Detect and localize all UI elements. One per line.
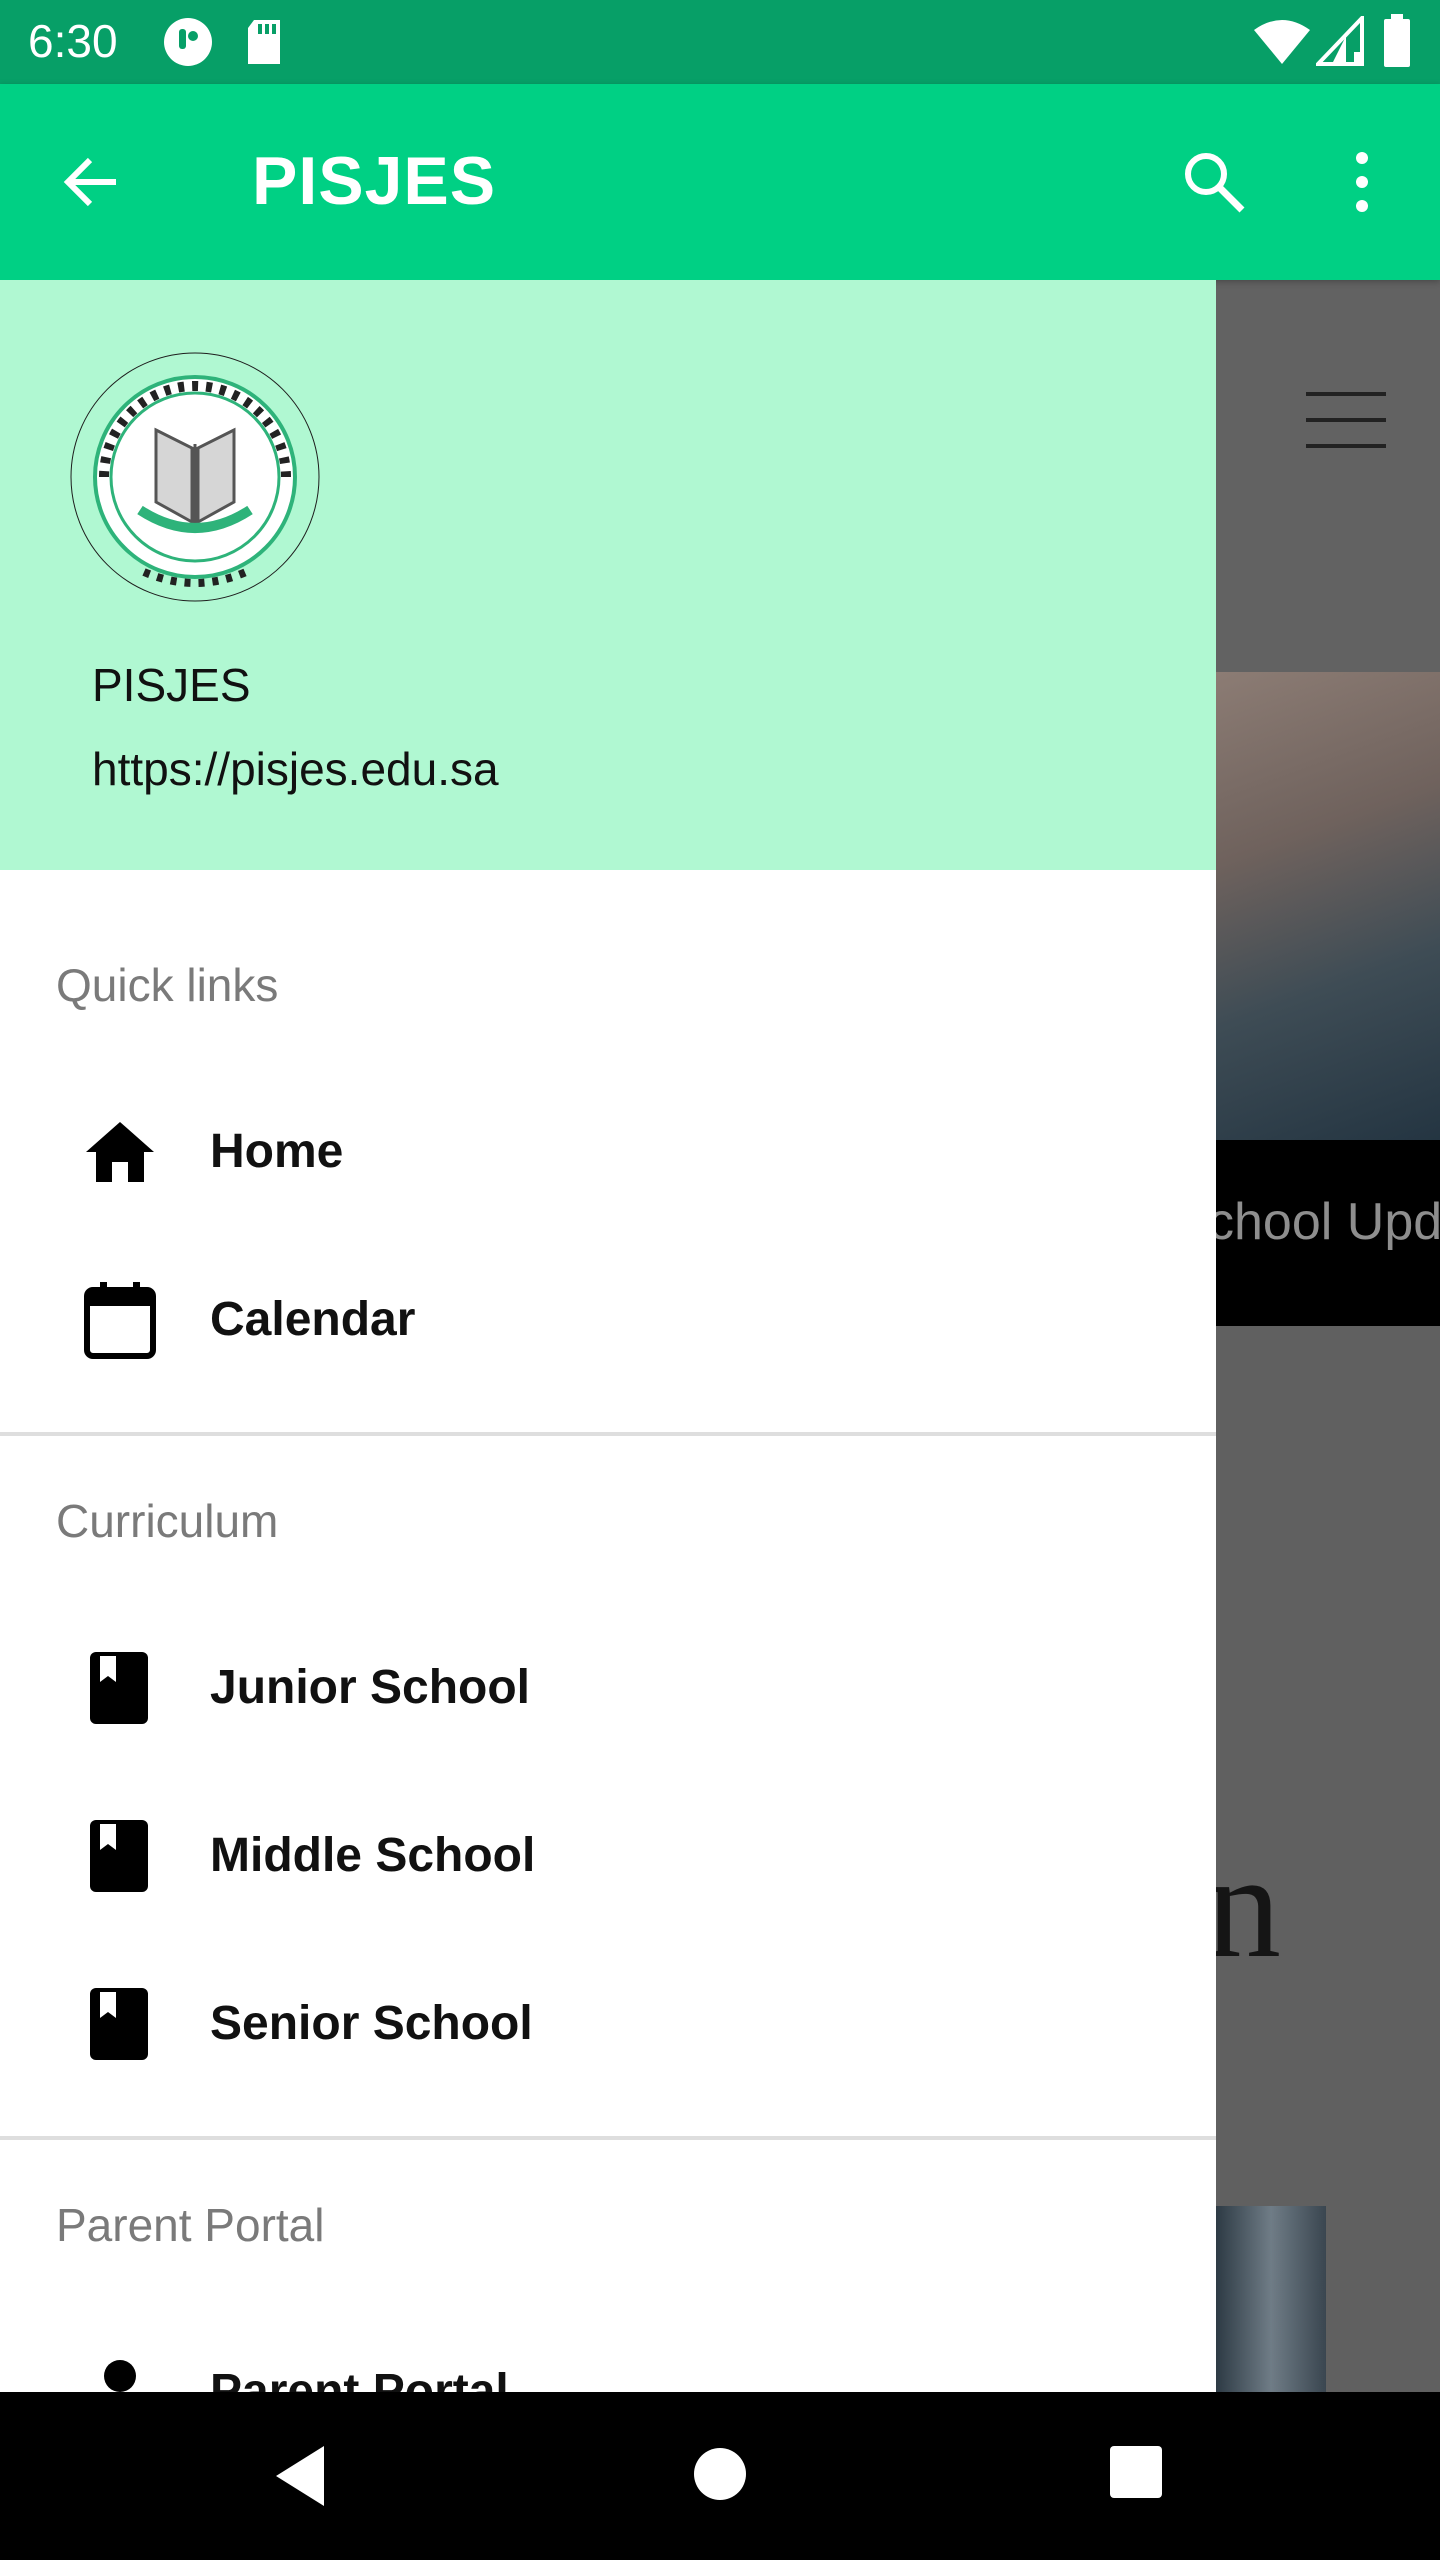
data-saver-icon (164, 18, 212, 66)
person-icon (104, 2360, 136, 2392)
nav-item-label: Middle School (210, 1829, 536, 1882)
section-title-parent-portal: Parent Portal (56, 2199, 325, 2251)
book-icon (90, 1652, 148, 1724)
sd-card-icon (248, 20, 280, 64)
system-navigation-bar (0, 2392, 1440, 2560)
menu-icon[interactable] (1306, 392, 1386, 448)
school-logo (70, 352, 320, 602)
nav-item-label: Junior School (210, 1661, 531, 1714)
book-icon (90, 1820, 148, 1892)
building-image (1216, 2206, 1326, 2392)
home-button-icon[interactable] (690, 2444, 750, 2504)
nav-item-parent-portal[interactable]: Parent Portal (0, 2308, 1216, 2392)
drawer-header: PISJES https://pisjes.edu.sa (0, 280, 1216, 870)
section-divider (0, 1432, 1216, 1436)
heading-fragment: n (1206, 1823, 1281, 1989)
section-divider (0, 2136, 1216, 2140)
app-title: PISJES (252, 143, 497, 219)
cell-signal-icon (1316, 16, 1364, 66)
more-options-icon[interactable] (1344, 150, 1380, 214)
navigation-drawer: PISJES https://pisjes.edu.sa Quick links… (0, 280, 1216, 2392)
nav-item-calendar[interactable]: Calendar (0, 1236, 1216, 1404)
news-band-text: chool Upd (1208, 1193, 1440, 1251)
drawer-school-url[interactable]: https://pisjes.edu.sa (92, 742, 499, 796)
website-header (1216, 280, 1440, 672)
book-icon (90, 1988, 148, 2060)
app-bar: PISJES (0, 84, 1440, 280)
wifi-icon (1254, 20, 1310, 64)
home-icon (86, 1122, 154, 1182)
nav-item-senior-school[interactable]: Senior School (0, 1940, 1216, 2108)
battery-icon (1384, 14, 1410, 67)
nav-item-label: Senior School (210, 1997, 533, 2050)
hero-image (1216, 672, 1440, 1140)
recents-icon[interactable] (1108, 2444, 1164, 2500)
nav-item-label: Parent Portal (210, 2365, 509, 2392)
search-icon[interactable] (1180, 148, 1248, 216)
nav-item-label: Home (210, 1125, 344, 1178)
status-bar: 6:30 (0, 0, 1440, 84)
nav-item-junior-school[interactable]: Junior School (0, 1604, 1216, 1772)
drawer-school-name: PISJES (92, 659, 251, 711)
status-time: 6:30 (28, 15, 118, 67)
nav-item-middle-school[interactable]: Middle School (0, 1772, 1216, 1940)
calendar-icon (84, 1282, 156, 1359)
back-icon[interactable] (270, 2440, 334, 2512)
section-title-quick-links: Quick links (56, 959, 279, 1011)
section-title-curriculum: Curriculum (56, 1495, 279, 1547)
back-arrow-icon[interactable] (60, 150, 124, 214)
nav-item-label: Calendar (210, 1293, 416, 1346)
nav-item-home[interactable]: Home (0, 1068, 1216, 1236)
